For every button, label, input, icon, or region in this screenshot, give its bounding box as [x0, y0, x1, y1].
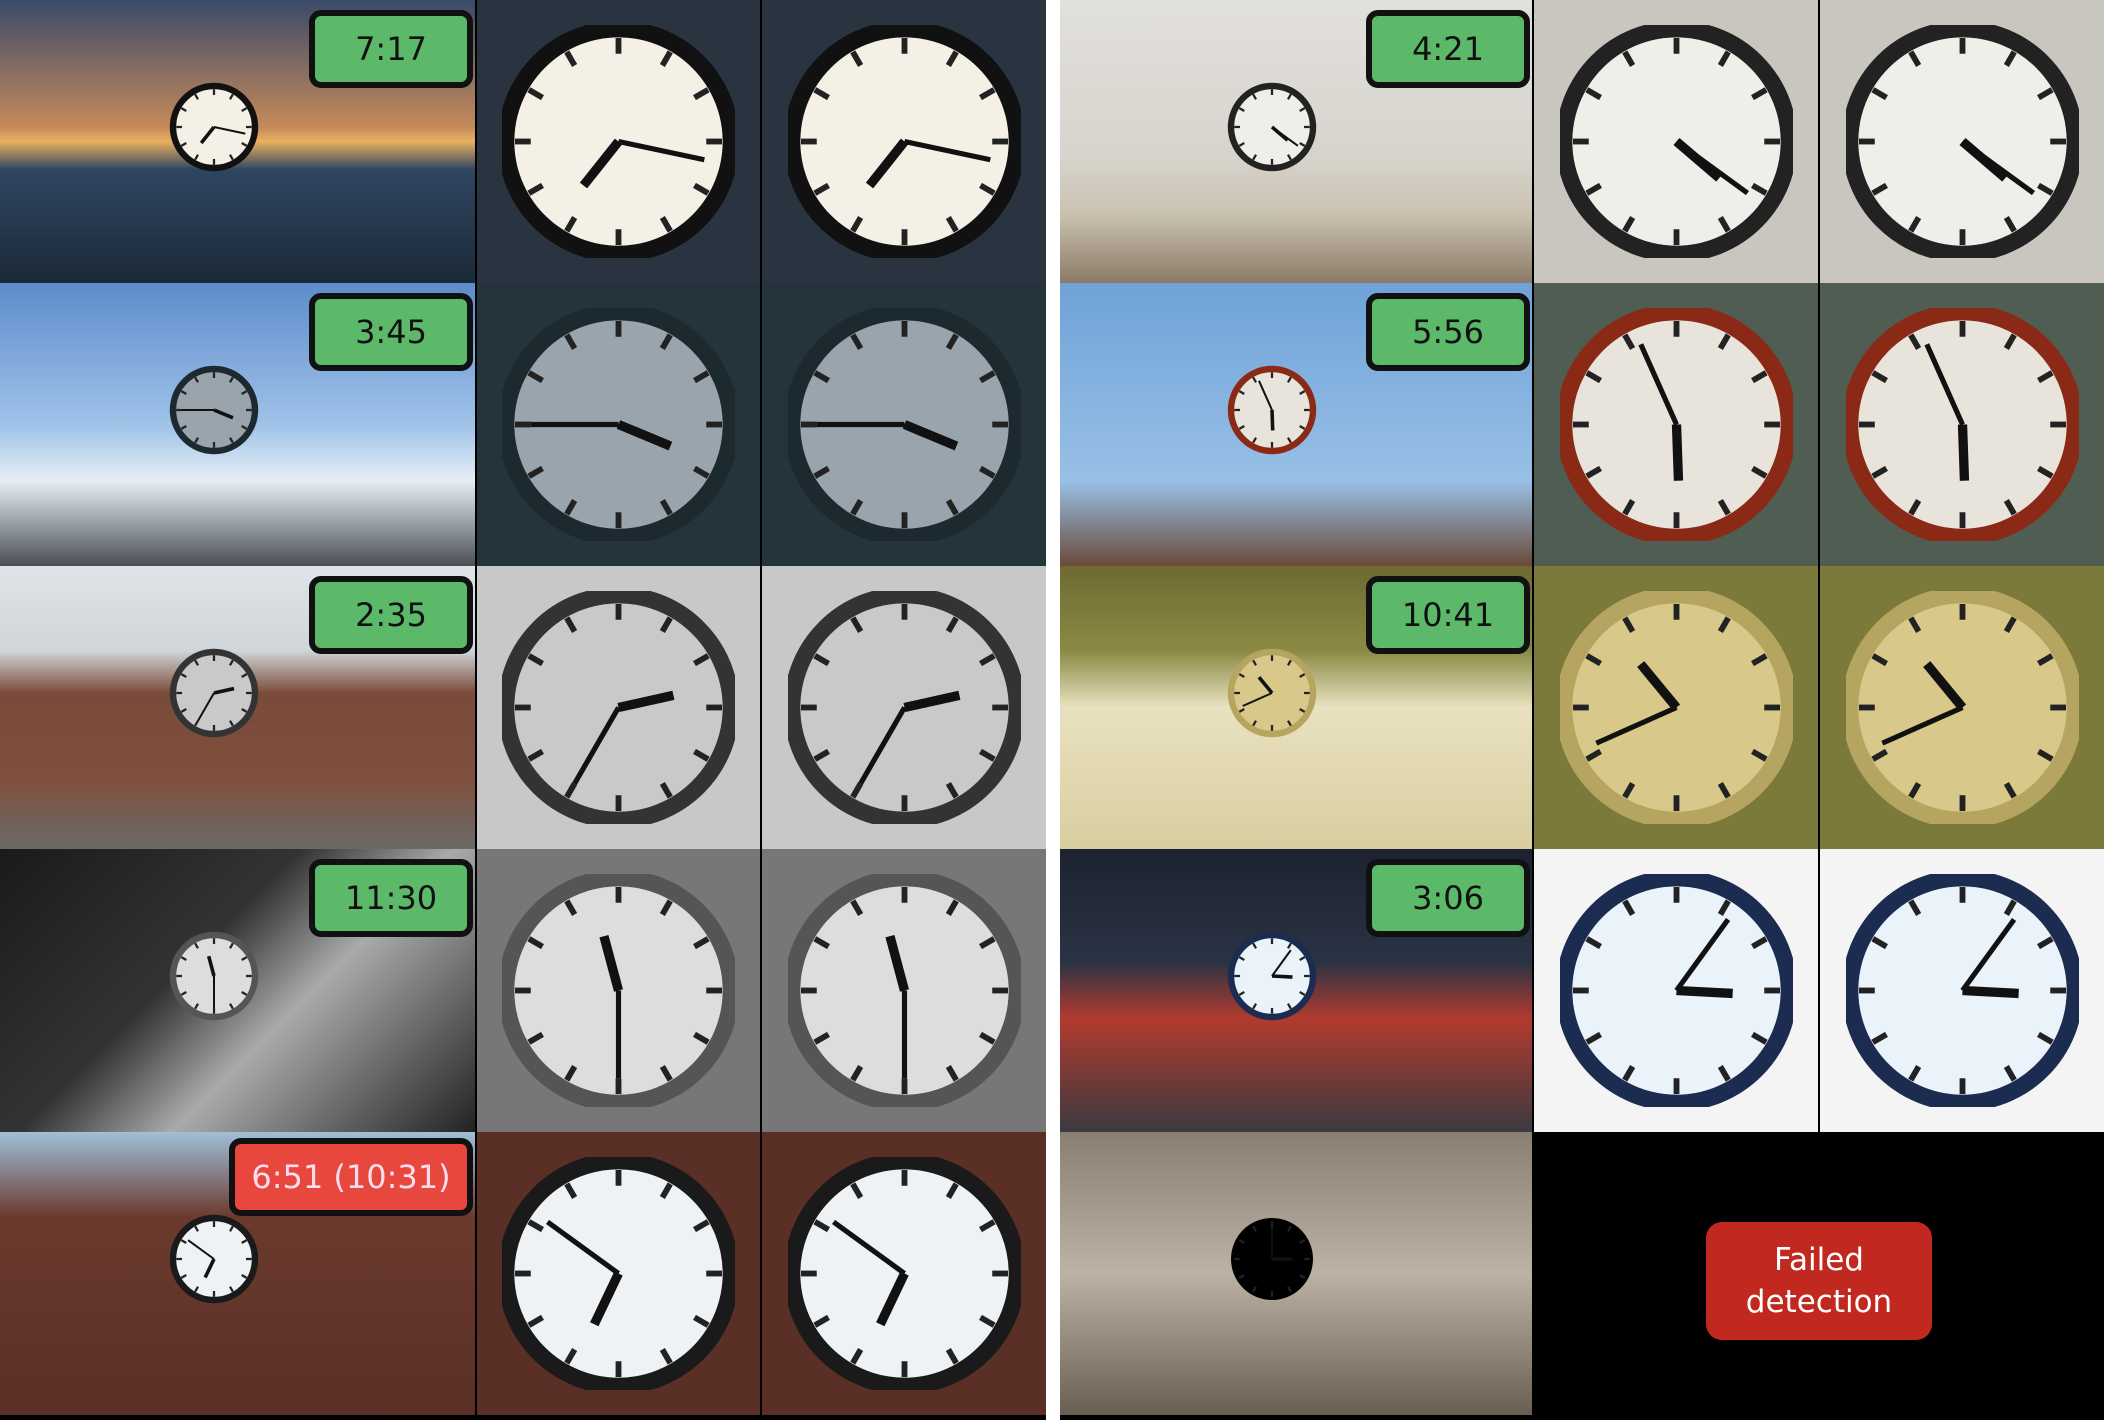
- clock-face-icon: [1841, 869, 2083, 1112]
- hour-hand: [1675, 985, 1733, 999]
- right-row2-crop-rectified: [1820, 283, 2104, 566]
- left-row1-crop-detected: [477, 0, 760, 283]
- clock-face-icon: [497, 303, 740, 546]
- left-row3-crop-detected: [477, 566, 760, 849]
- right-row2-crop-detected: [1534, 283, 1818, 566]
- left-row4-crop-detected: [477, 849, 760, 1132]
- predicted-time-label: 3:06: [1366, 859, 1530, 937]
- clock-face-icon: [497, 586, 740, 829]
- clock-face-icon: [1227, 1214, 1317, 1308]
- right-row4-crop-rectified: [1820, 849, 2104, 1132]
- failed-detection-badge: Failed detection: [1706, 1222, 1932, 1340]
- clock-face-icon: [783, 1152, 1025, 1395]
- hour-hand: [1270, 410, 1275, 431]
- clock-face-icon: [1555, 586, 1797, 829]
- clock-face-icon: [169, 648, 259, 742]
- left-row1-crop-rectified: [762, 0, 1046, 283]
- clock-face-icon: [783, 586, 1025, 829]
- clock-face-icon: [1841, 303, 2083, 546]
- predicted-time-label: 7:17: [309, 10, 473, 88]
- clock-face-icon: [497, 869, 740, 1112]
- failed-line1: Failed: [1774, 1242, 1864, 1278]
- clock-face-icon: [1555, 303, 1797, 546]
- predicted-time-label: 4:21: [1366, 10, 1530, 88]
- right-row3-crop-rectified: [1820, 566, 2104, 849]
- clock-face-icon: [1841, 20, 2083, 263]
- clock-face-icon: [169, 931, 259, 1025]
- clock-face-icon: [1227, 365, 1317, 459]
- right-row1-crop-rectified: [1820, 0, 2104, 283]
- clock-face-icon: [497, 20, 740, 263]
- right-row1-crop-detected: [1534, 0, 1818, 283]
- predicted-time-label: 5:56: [1366, 293, 1530, 371]
- right-row3-crop-detected: [1534, 566, 1818, 849]
- clock-face-icon: [169, 1214, 259, 1308]
- predicted-time-label: 3:45: [309, 293, 473, 371]
- clock-face-icon: [1555, 869, 1797, 1112]
- left-row2-crop-rectified: [762, 283, 1046, 566]
- left-row2-crop-detected: [477, 283, 760, 566]
- predicted-time-label: 2:35: [309, 576, 473, 654]
- right-row4-crop-detected: [1534, 849, 1818, 1132]
- left-row5-crop-rectified: [762, 1132, 1046, 1415]
- clock-face-icon: [1841, 586, 2083, 829]
- hour-hand: [1272, 974, 1293, 980]
- clock-face-icon: [497, 1152, 740, 1395]
- hour-hand: [1671, 424, 1683, 481]
- hour-hand: [1957, 424, 1969, 481]
- clock-face-icon: [1227, 82, 1317, 176]
- clock-face-icon: [1227, 931, 1317, 1025]
- clock-face-icon: [169, 82, 259, 176]
- predicted-time-label: 10:41: [1366, 576, 1530, 654]
- right-row5-scene-image: [1060, 1132, 1532, 1415]
- clock-face-icon: [169, 365, 259, 459]
- incorrect-time-label: 6:51 (10:31): [229, 1138, 473, 1216]
- failed-line2: detection: [1745, 1284, 1893, 1320]
- clock-face-icon: [1555, 20, 1797, 263]
- clock-face-icon: [1227, 648, 1317, 742]
- clock-face-icon: [783, 20, 1025, 263]
- clock-face-icon: [783, 303, 1025, 546]
- clock-face-icon: [783, 869, 1025, 1112]
- left-row3-crop-rectified: [762, 566, 1046, 849]
- left-row4-crop-rectified: [762, 849, 1046, 1132]
- hour-hand: [1961, 985, 2019, 999]
- left-row5-crop-detected: [477, 1132, 760, 1415]
- predicted-time-label: 11:30: [309, 859, 473, 937]
